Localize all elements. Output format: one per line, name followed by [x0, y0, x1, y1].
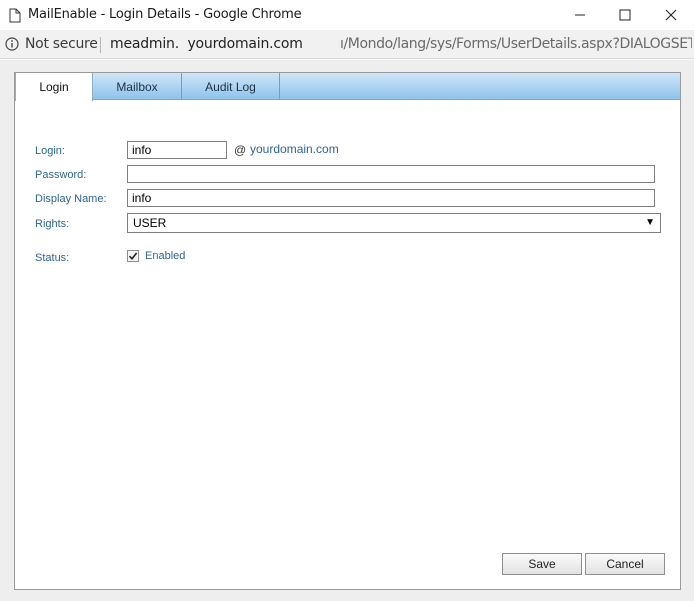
status-enabled-label[interactable]: Enabled	[145, 250, 185, 262]
password-label: Password:	[35, 169, 87, 181]
at-sign: @	[234, 143, 247, 157]
tab-strip: Login Mailbox Audit Log	[15, 73, 680, 101]
close-button[interactable]	[648, 0, 694, 30]
rights-selected-value: USER	[133, 216, 167, 230]
status-enabled-checkbox[interactable]	[127, 250, 139, 262]
status-label: Status:	[35, 252, 70, 264]
tab-login[interactable]: Login	[15, 73, 93, 101]
maximize-button[interactable]	[602, 0, 648, 30]
checkmark-icon	[128, 252, 138, 261]
rights-label: Rights:	[35, 218, 70, 230]
address-bar[interactable]: Not secure meadmin. yourdomain.com ı/Mon…	[0, 30, 694, 59]
url-path: ı/Mondo/lang/sys/Forms/UserDetails.aspx?…	[340, 36, 692, 52]
display-name-label: Display Name:	[35, 193, 107, 205]
login-label: Login:	[35, 145, 65, 157]
cancel-button[interactable]: Cancel	[585, 553, 665, 575]
minimize-button[interactable]	[557, 0, 603, 30]
login-details-dialog: Login Mailbox Audit Log Login: @ yourdom…	[14, 72, 681, 590]
page-background: Login Mailbox Audit Log Login: @ yourdom…	[0, 60, 694, 601]
info-icon[interactable]	[5, 37, 19, 51]
domain-name: yourdomain.com	[250, 142, 339, 156]
display-name-input[interactable]	[127, 189, 655, 207]
save-button[interactable]: Save	[502, 553, 582, 575]
password-input[interactable]	[127, 165, 655, 183]
url-host: meadmin. yourdomain.com	[110, 36, 303, 52]
window-title: MailEnable - Login Details - Google Chro…	[28, 7, 302, 22]
login-input[interactable]	[127, 141, 227, 159]
window-titlebar: MailEnable - Login Details - Google Chro…	[0, 0, 694, 30]
tab-audit-log[interactable]: Audit Log	[182, 73, 280, 100]
dropdown-arrow-icon: ▼	[645, 217, 655, 228]
rights-select[interactable]: USER ▼	[127, 213, 661, 233]
address-separator	[100, 37, 101, 53]
document-icon	[9, 8, 21, 23]
security-status[interactable]: Not secure	[25, 36, 98, 52]
tab-mailbox[interactable]: Mailbox	[93, 73, 182, 100]
